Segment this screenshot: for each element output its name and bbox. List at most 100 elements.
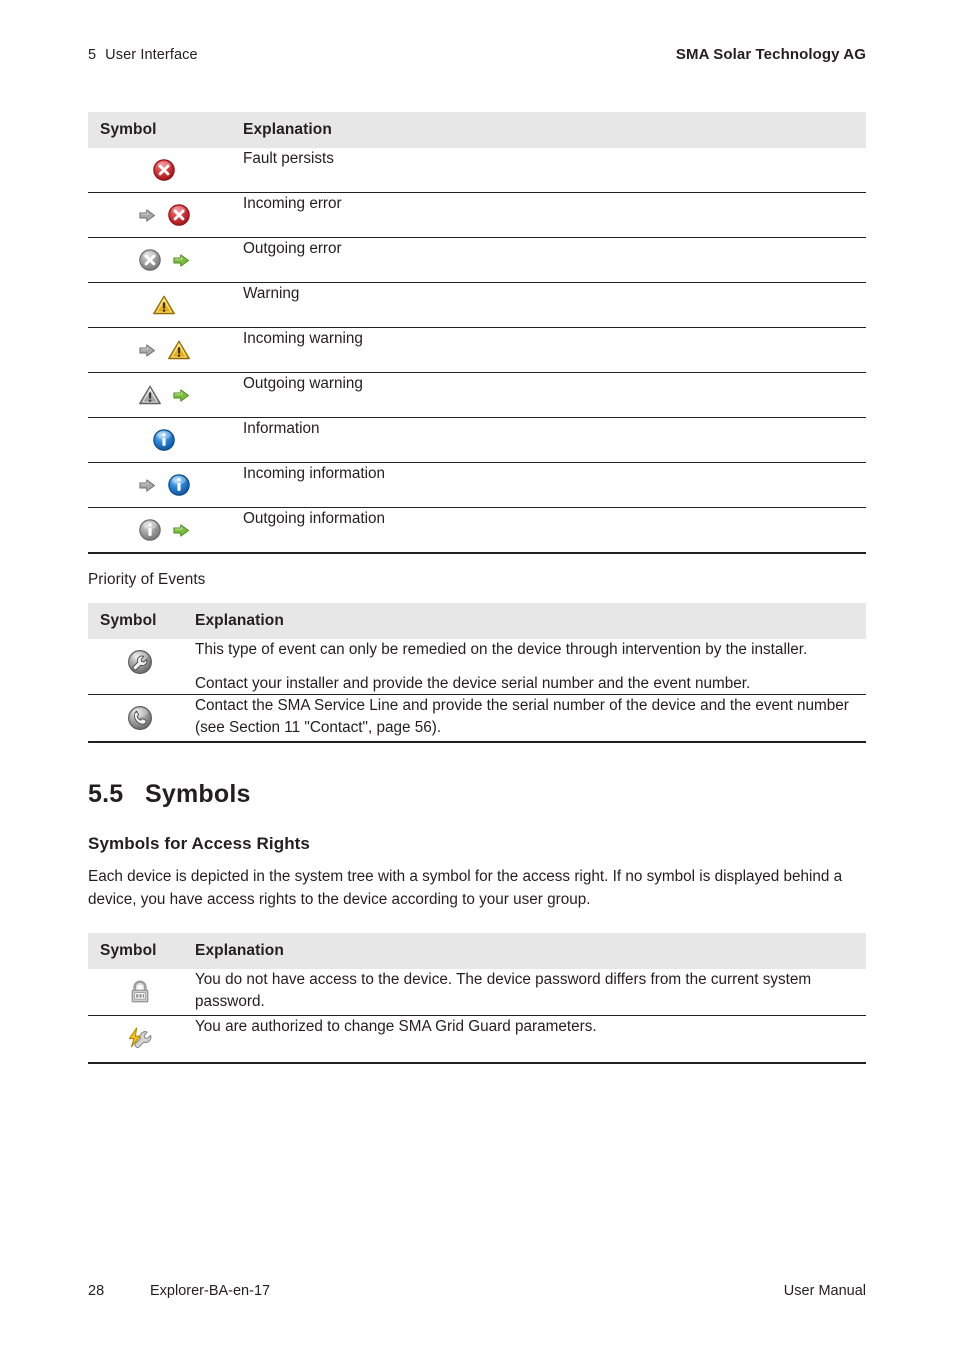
symbol-cell: [88, 417, 240, 463]
explanation-cell: Incoming warning: [240, 327, 866, 373]
table-row: Warning: [88, 282, 866, 328]
explanation-cell: Incoming information: [240, 462, 866, 508]
explanation-cell: Contact the SMA Service Line and provide…: [192, 694, 866, 744]
arrow-grey-icon: [138, 476, 157, 495]
column-header-symbol: Symbol: [88, 112, 240, 148]
table-row: This type of event can only be remedied …: [88, 639, 866, 695]
column-header-explanation: Explanation: [192, 932, 866, 969]
symbol-cell: [88, 192, 240, 238]
grid-guard-icon: [124, 1024, 156, 1054]
chapter-title: User Interface: [105, 47, 198, 63]
symbol-cell: [88, 507, 240, 554]
column-header-explanation: Explanation: [192, 603, 866, 639]
symbol-cell: [88, 372, 240, 418]
explanation-cell: Warning: [240, 282, 866, 328]
table-row: Outgoing information: [88, 507, 866, 554]
information-blue-icon: [167, 473, 191, 497]
table-header-row: Symbol Explanation: [88, 932, 866, 969]
explanation-cell: Outgoing information: [240, 507, 866, 554]
column-header-explanation: Explanation: [240, 112, 866, 148]
explanation-cell: Incoming error: [240, 192, 866, 238]
subsection-title: Symbols for Access Rights: [88, 834, 310, 854]
symbol-cell: [88, 282, 240, 328]
wrench-circle-icon: [126, 648, 154, 676]
symbol-cell: [88, 969, 192, 1016]
document-type: User Manual: [783, 1283, 866, 1299]
running-head: 5 User Interface SMA Solar Technology AG: [88, 46, 866, 63]
column-header-symbol: Symbol: [88, 932, 192, 969]
warning-grey-icon: [138, 384, 162, 406]
information-blue-icon: [152, 428, 176, 452]
explanation-text: Fault persists: [243, 150, 334, 167]
explanation-text: This type of event can only be remedied …: [195, 641, 808, 658]
explanation-text: Outgoing warning: [243, 375, 363, 392]
error-red-icon: [167, 203, 191, 227]
page-number: 28: [88, 1283, 105, 1299]
running-head-left: 5 User Interface: [88, 47, 198, 63]
symbol-cell: [88, 462, 240, 508]
page-footer: 28 Explorer-BA-en-17 User Manual: [88, 1283, 866, 1299]
arrow-green-icon: [172, 521, 191, 540]
table-row: Fault persists: [88, 148, 866, 193]
information-grey-icon: [138, 518, 162, 542]
table-row: Incoming information: [88, 462, 866, 508]
explanation-text: Incoming error: [243, 195, 342, 212]
explanation-text: Outgoing information: [243, 510, 386, 527]
explanation-text: Information: [243, 420, 320, 437]
explanation-text: You are authorized to change SMA Grid Gu…: [195, 1017, 597, 1035]
access-rights-table: Symbol Explanation You do not have acces…: [88, 932, 866, 1064]
company-name: SMA Solar Technology AG: [675, 46, 866, 63]
explanation-text: Incoming warning: [243, 330, 363, 347]
explanation-text: Contact the SMA Service Line and provide…: [195, 697, 849, 737]
explanation-cell: This type of event can only be remedied …: [192, 639, 866, 695]
subsection-paragraph: Each device is depicted in the system tr…: [88, 868, 843, 908]
arrow-grey-icon: [138, 341, 157, 360]
document-id: Explorer-BA-en-17: [150, 1283, 271, 1299]
priority-of-events-label: Priority of Events: [88, 571, 206, 588]
table-row: You do not have access to the device. Th…: [88, 969, 866, 1016]
padlock-icon: [127, 978, 153, 1006]
symbol-cell: [88, 694, 192, 744]
explanation-text: Outgoing error: [243, 240, 342, 257]
arrow-green-icon: [172, 251, 191, 270]
table-header-row: Symbol Explanation: [88, 603, 866, 639]
arrow-green-icon: [172, 386, 191, 405]
priority-of-events-table: Symbol Explanation This type of event ca…: [88, 603, 866, 744]
symbol-cell: [88, 237, 240, 283]
document-page: 5 User Interface SMA Solar Technology AG …: [0, 0, 954, 1352]
explanation-cell: Outgoing error: [240, 237, 866, 283]
explanation-text: Contact your installer and provide the d…: [195, 674, 751, 692]
table-row: Outgoing error: [88, 237, 866, 283]
page-title: 5.5 Symbols: [88, 780, 866, 809]
error-red-icon: [152, 158, 176, 182]
table-row: Incoming warning: [88, 327, 866, 373]
error-grey-icon: [138, 248, 162, 272]
column-header-symbol: Symbol: [88, 603, 192, 639]
event-status-table: Symbol Explanation Fault persists Incomi…: [88, 112, 866, 554]
phone-circle-icon: [126, 704, 154, 732]
table-row: Incoming error: [88, 192, 866, 238]
explanation-cell: Fault persists: [240, 148, 866, 193]
warning-yellow-icon: [167, 339, 191, 361]
section-number: 5.5: [88, 780, 124, 809]
warning-yellow-icon: [152, 294, 176, 316]
explanation-text: Warning: [243, 285, 300, 302]
page-content: Symbol Explanation Fault persists Incomi…: [88, 112, 866, 1064]
table-row: Contact the SMA Service Line and provide…: [88, 694, 866, 744]
explanation-cell: Information: [240, 417, 866, 463]
table-row: Information: [88, 417, 866, 463]
arrow-grey-icon: [138, 206, 157, 225]
explanation-text: Incoming information: [243, 465, 385, 482]
table-header-row: Symbol Explanation: [88, 112, 866, 148]
explanation-cell: Outgoing warning: [240, 372, 866, 418]
symbol-cell: [88, 327, 240, 373]
section-title: Symbols: [145, 780, 251, 809]
table-row: You are authorized to change SMA Grid Gu…: [88, 1014, 866, 1064]
table-row: Outgoing warning: [88, 372, 866, 418]
symbol-cell: [88, 639, 192, 695]
explanation-text: You do not have access to the device. Th…: [195, 970, 812, 1010]
explanation-cell: You are authorized to change SMA Grid Gu…: [192, 1014, 866, 1064]
symbol-cell: [88, 148, 240, 193]
symbol-cell: [88, 1014, 192, 1064]
explanation-cell: You do not have access to the device. Th…: [192, 969, 866, 1016]
